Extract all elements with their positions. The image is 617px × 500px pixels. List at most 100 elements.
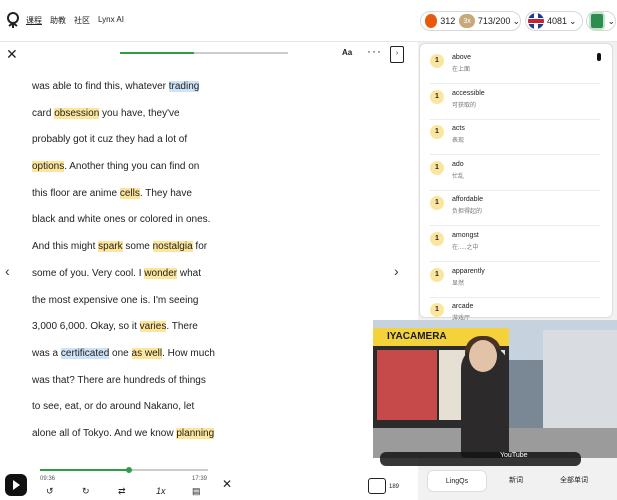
word-item[interactable]: 1 apparently 显然: [430, 262, 600, 298]
rewind-icon[interactable]: ↺: [46, 486, 54, 497]
word-term: acts: [452, 125, 465, 133]
multiplier-badge: 3x: [459, 14, 475, 28]
reader-panel: ✕ Aa ··· › ‹ › was able to find this, wh…: [0, 42, 418, 500]
text-segment: . There: [166, 321, 198, 333]
font-settings-button[interactable]: Aa: [342, 48, 352, 57]
word-status-badge[interactable]: 1: [430, 267, 444, 282]
word-translation: 负担得起的: [452, 209, 483, 216]
previous-page-icon[interactable]: ‹: [5, 263, 10, 279]
word-item[interactable]: 1 affordable 负担得起的: [430, 190, 600, 227]
word-translation: 忙乱: [452, 173, 465, 180]
text-segment: was able to find this, whatever: [32, 81, 169, 92]
word-translation: 显然: [452, 280, 465, 287]
text-line: alone all of Tokyo. And we know planning: [32, 421, 372, 448]
text-segment: you have, they've: [99, 107, 180, 119]
text-line: some of you. Very cool. I wonder what: [32, 261, 372, 288]
text-segment: the most expensive one is. I'm seeing: [32, 294, 199, 306]
text-segment: . Another thing you can find on: [64, 161, 200, 173]
highlighted-word[interactable]: wonder: [144, 267, 178, 279]
tab-new-words[interactable]: 新词: [487, 470, 545, 492]
word-item[interactable]: 1 above 在上面: [430, 48, 600, 84]
top-bar: 课程 助教 社区 Lynx AI 312 3x 713/200 ⌄ 4081 ⌄…: [0, 0, 617, 42]
word-status-badge[interactable]: 1: [430, 303, 444, 318]
video-person-head: [469, 340, 497, 372]
text-segment: some of you. Very cool. I: [32, 267, 145, 279]
text-segment: this floor are anime: [32, 187, 120, 199]
audio-track[interactable]: [40, 469, 208, 471]
text-line: to see, eat, or do around Nakano, let: [32, 394, 372, 421]
audio-scrubber-handle[interactable]: [126, 467, 132, 473]
nav-assistant[interactable]: 助教: [50, 15, 66, 26]
speed-button[interactable]: 1x: [156, 486, 166, 496]
word-tabs: LingQs 新词 全部单词: [427, 470, 603, 492]
word-status-badge[interactable]: 1: [430, 89, 444, 104]
video-preview[interactable]: IYACAMERA: [373, 320, 617, 458]
text-segment: . How much: [162, 347, 215, 359]
sidebar-toggle-icon[interactable]: ›: [390, 46, 404, 63]
highlighted-word[interactable]: trading: [168, 81, 200, 92]
word-translation: 在.....之中: [452, 245, 479, 251]
close-icon[interactable]: ✕: [6, 46, 18, 63]
lingq-logo-icon[interactable]: [6, 12, 20, 28]
video-shop-left: [377, 350, 437, 420]
highlighted-word[interactable]: spark: [98, 241, 123, 253]
highlighted-word[interactable]: varies: [139, 321, 167, 333]
loop-icon[interactable]: ⇄: [118, 486, 126, 497]
forward-icon[interactable]: ↻: [82, 486, 90, 497]
word-status-badge[interactable]: 1: [430, 232, 444, 246]
text-line: was able to find this, whatever trading: [32, 74, 372, 101]
youtube-icon[interactable]: [5, 474, 27, 496]
language-selector[interactable]: 4081 ⌄: [525, 11, 583, 31]
text-line: 3,000 6,000. Okay, so it varies. There: [32, 314, 372, 341]
uk-flag-icon: [528, 13, 544, 29]
word-item[interactable]: 1 ado 忙乱: [430, 155, 600, 191]
flashcards-icon[interactable]: [368, 478, 386, 494]
streak-count: 312: [440, 16, 456, 26]
text-segment: what: [177, 267, 201, 279]
chevron-down-icon: ⌄: [512, 15, 520, 26]
word-status-badge[interactable]: 1: [430, 160, 444, 175]
word-status-badge[interactable]: 1: [430, 196, 444, 211]
daily-progress: 713/200: [477, 16, 511, 26]
reading-progress-fill: [120, 52, 194, 54]
avatar: [589, 12, 606, 30]
text-segment: And this might: [32, 241, 99, 253]
tab-lingqs[interactable]: LingQs: [427, 470, 487, 492]
tab-all-words[interactable]: 全部单词: [545, 470, 603, 492]
close-player-icon[interactable]: ✕: [222, 477, 232, 491]
total-time: 17:39: [192, 476, 208, 482]
current-time: 09:36: [40, 476, 56, 482]
nav-courses[interactable]: 课程: [26, 15, 42, 26]
highlighted-word[interactable]: options: [32, 161, 65, 173]
playlist-icon[interactable]: ▤: [192, 486, 201, 497]
highlighted-word[interactable]: obsession: [54, 107, 100, 119]
video-controls[interactable]: [380, 452, 581, 466]
highlighted-word[interactable]: planning: [176, 427, 215, 439]
text-segment: black and white ones or colored in ones.: [32, 214, 211, 226]
word-term: above: [452, 54, 472, 61]
streak-stats[interactable]: 312 3x 713/200 ⌄: [420, 11, 521, 31]
word-status-badge[interactable]: 1: [430, 54, 444, 68]
word-term: arcade: [452, 303, 474, 311]
profile-menu[interactable]: ⌄: [586, 11, 616, 31]
main-nav: 课程 助教 社区 Lynx AI: [26, 15, 124, 26]
word-status-badge[interactable]: 1: [430, 125, 444, 140]
word-item[interactable]: 1 accessible 可获取的: [430, 84, 600, 120]
nav-community[interactable]: 社区: [74, 15, 90, 26]
highlighted-word[interactable]: nostalgia: [152, 241, 193, 253]
highlighted-word[interactable]: as well: [131, 347, 163, 359]
highlighted-word[interactable]: cells: [119, 187, 140, 199]
highlighted-word[interactable]: certificated: [60, 347, 110, 359]
text-segment: was a: [32, 347, 61, 359]
scrollbar-handle[interactable]: [597, 53, 601, 61]
next-page-icon[interactable]: ›: [394, 263, 399, 279]
nav-lynx-ai[interactable]: Lynx AI: [98, 15, 124, 26]
word-term: amongst: [452, 232, 479, 239]
word-list-panel: 1 above 在上面 1 accessible 可获取的 1 acts 表现 1 ado 忙乱 1 af…: [419, 43, 613, 334]
text-segment: probably got it cuz they had a lot of: [32, 134, 188, 146]
text-line: black and white ones or colored in ones.: [32, 207, 372, 234]
word-term: affordable: [452, 196, 484, 204]
more-options-icon[interactable]: ···: [367, 44, 382, 58]
word-item[interactable]: 1 amongst 在.....之中: [430, 226, 600, 262]
word-item[interactable]: 1 acts 表现: [430, 119, 600, 156]
